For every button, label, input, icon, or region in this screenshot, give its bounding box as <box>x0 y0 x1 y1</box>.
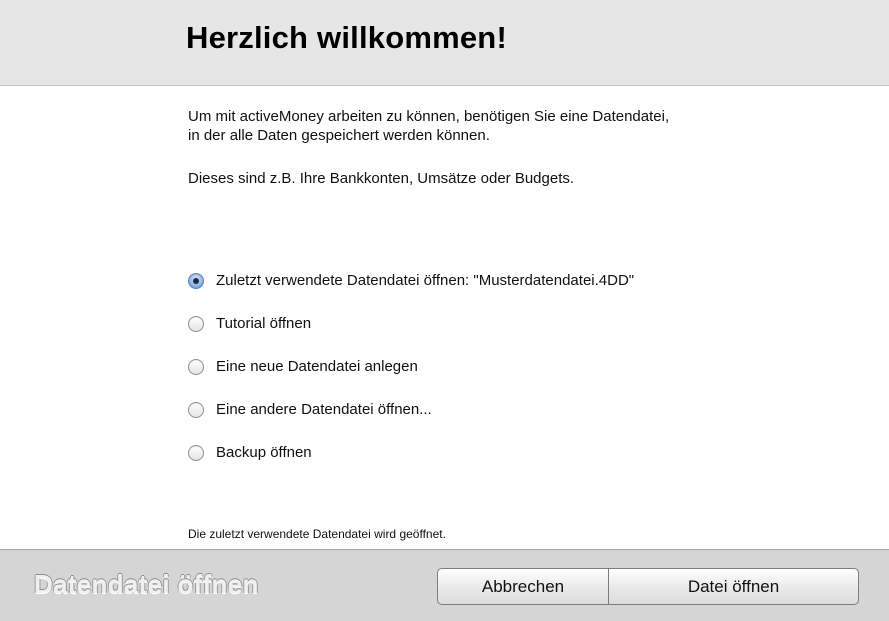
radio-button[interactable] <box>188 358 204 375</box>
intro-line-2: in der alle Daten gespeichert werden kön… <box>188 127 490 144</box>
option-label: Backup öffnen <box>216 444 312 461</box>
option-label: Eine neue Datendatei anlegen <box>216 358 418 375</box>
open-file-button[interactable]: Datei öffnen <box>609 569 858 604</box>
option-label: Tutorial öffnen <box>216 315 312 332</box>
option-radio-group: Zuletzt verwendete Datendatei öffnen: "M… <box>188 259 634 474</box>
radio-button[interactable] <box>188 401 204 418</box>
option-label: Zuletzt verwendete Datendatei öffnen: "M… <box>216 272 635 289</box>
cancel-button[interactable]: Abbrechen <box>438 569 609 604</box>
radio-button[interactable] <box>188 444 204 461</box>
option-open-other-datafile[interactable]: Eine andere Datendatei öffnen... <box>188 388 634 431</box>
radio-button-selected[interactable] <box>188 272 204 289</box>
option-open-tutorial[interactable]: Tutorial öffnen <box>188 302 634 345</box>
radio-button[interactable] <box>188 315 204 332</box>
intro-line-1: Um mit activeMoney arbeiten zu können, b… <box>188 108 670 125</box>
header-bar: Herzlich willkommen! <box>0 0 889 86</box>
footer-bar: Datendatei öffnen Abbrechen Datei öffnen <box>0 549 889 621</box>
intro-line-3: Dieses sind z.B. Ihre Bankkonten, Umsätz… <box>188 170 575 187</box>
option-label: Eine andere Datendatei öffnen... <box>216 401 432 418</box>
footer-title: Datendatei öffnen <box>34 569 259 599</box>
footer-button-group: Abbrechen Datei öffnen <box>437 568 859 605</box>
intro-paragraph-1: Um mit activeMoney arbeiten zu können, b… <box>188 107 669 145</box>
main-content: Um mit activeMoney arbeiten zu können, b… <box>0 86 889 549</box>
option-open-backup[interactable]: Backup öffnen <box>188 431 634 474</box>
option-new-datafile[interactable]: Eine neue Datendatei anlegen <box>188 345 634 388</box>
intro-paragraph-2: Dieses sind z.B. Ihre Bankkonten, Umsätz… <box>188 169 574 188</box>
status-text: Die zuletzt verwendete Datendatei wird g… <box>188 527 446 541</box>
option-open-last-datafile[interactable]: Zuletzt verwendete Datendatei öffnen: "M… <box>188 259 634 302</box>
page-title: Herzlich willkommen! <box>186 20 507 55</box>
